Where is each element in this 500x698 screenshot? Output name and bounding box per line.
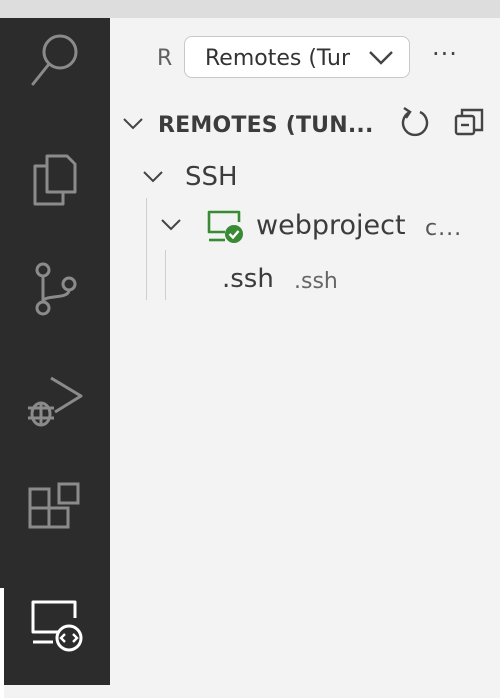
tree-item-label: SSH [185,162,238,192]
run-debug-icon[interactable] [25,370,85,430]
view-header-label: R [157,46,173,71]
remote-type-dropdown[interactable]: Remotes (Tunnels/SSH) [184,36,410,78]
folder-name: .ssh [222,264,274,294]
chevron-down-icon [123,118,143,130]
remote-connected-icon [207,210,243,243]
host-name: webproject [256,210,406,241]
refresh-icon[interactable] [398,106,432,140]
search-icon[interactable] [25,30,85,90]
chevron-down-icon [369,51,393,65]
sidebar: R Remotes (Tunnels/SSH) ··· REMOTES (TUN… [110,18,500,685]
chevron-down-icon [161,219,181,231]
chevron-down-icon [143,171,163,183]
source-control-icon[interactable] [25,258,85,318]
tree-item-ssh[interactable] [110,152,500,202]
folder-description: .ssh [294,269,338,294]
section-title: REMOTES (TUN... [158,113,374,138]
extensions-icon[interactable] [25,480,85,540]
activity-bar [0,18,110,698]
remote-explorer-icon[interactable] [25,596,85,656]
files-icon[interactable] [25,148,85,208]
title-bar-strip [0,0,500,18]
collapse-all-icon[interactable] [452,106,486,140]
more-actions-button[interactable]: ··· [432,40,458,68]
dropdown-value: Remotes (Tunnels/SSH) [205,46,350,71]
active-indicator [0,588,4,698]
host-description: c... [425,216,463,241]
